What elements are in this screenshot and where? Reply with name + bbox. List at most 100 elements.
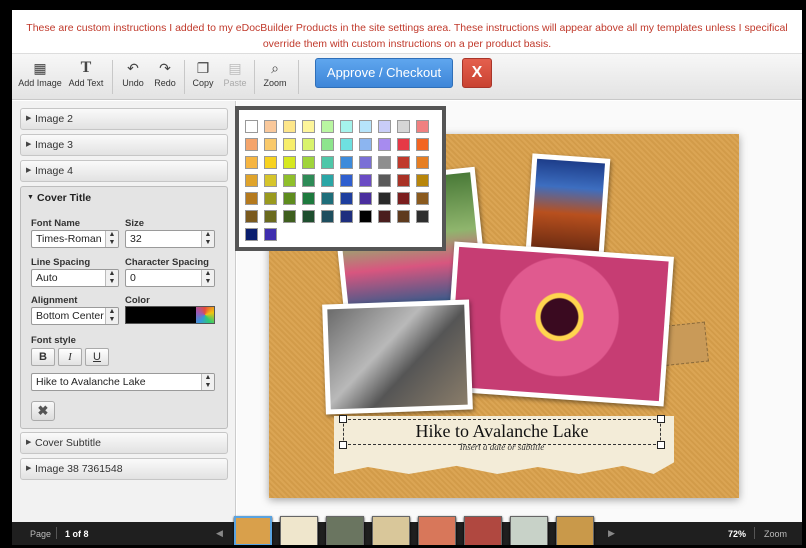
color-swatch[interactable] (378, 174, 391, 187)
underline-button[interactable]: U (85, 348, 109, 366)
size-stepper[interactable]: 32 ▲ ▼ (125, 230, 215, 248)
stepper-arrows-icon[interactable]: ▲ ▼ (201, 231, 214, 247)
page-thumbnail[interactable] (464, 516, 502, 545)
color-swatch[interactable] (245, 192, 258, 205)
color-swatch[interactable] (359, 174, 372, 187)
add-text-button[interactable]: T Add Text (66, 58, 106, 96)
copy-button[interactable]: ❐ Copy (188, 58, 218, 96)
title-text-select[interactable]: Hike to Avalanche Lake ▲ ▼ (31, 373, 215, 391)
color-swatch[interactable] (378, 192, 391, 205)
page-thumbnail[interactable] (234, 516, 272, 545)
panel-image-2[interactable]: ▶ Image 2 (20, 108, 228, 130)
color-swatch[interactable] (283, 210, 296, 223)
color-swatch[interactable] (321, 138, 334, 151)
color-swatch[interactable] (245, 120, 258, 133)
page-thumbnail[interactable] (510, 516, 548, 545)
bold-button[interactable]: B (31, 348, 55, 366)
color-swatch[interactable] (264, 192, 277, 205)
page-thumbnail[interactable] (418, 516, 456, 545)
prev-page-button[interactable]: ◀ (216, 528, 223, 539)
color-swatch[interactable] (302, 138, 315, 151)
color-swatch[interactable] (302, 156, 315, 169)
color-swatch[interactable] (264, 210, 277, 223)
color-swatch[interactable] (283, 156, 296, 169)
color-swatch[interactable] (264, 156, 277, 169)
line-spacing-select[interactable]: Auto ▲ ▼ (31, 269, 119, 287)
page-thumbnail[interactable] (556, 516, 594, 545)
next-page-button[interactable]: ▶ (608, 528, 615, 539)
color-swatch[interactable] (245, 156, 258, 169)
page-thumbnail[interactable] (326, 516, 364, 545)
color-swatch[interactable] (340, 156, 353, 169)
cover-title-text[interactable]: Hike to Avalanche Lake (343, 421, 661, 442)
color-swatch[interactable] (245, 138, 258, 151)
color-swatch[interactable] (302, 192, 315, 205)
color-swatch[interactable] (283, 192, 296, 205)
color-swatch[interactable] (340, 210, 353, 223)
alignment-select[interactable]: Bottom Center ▲ ▼ (31, 307, 119, 325)
delete-text-button[interactable]: ✖ (31, 401, 55, 421)
color-swatch[interactable] (321, 156, 334, 169)
color-swatch[interactable] (359, 210, 372, 223)
machine-photo[interactable] (322, 299, 473, 415)
panel-cover-subtitle[interactable]: ▶ Cover Subtitle (20, 432, 228, 454)
color-swatch[interactable] (416, 174, 429, 187)
color-field[interactable] (125, 306, 215, 324)
color-swatch[interactable] (359, 120, 372, 133)
color-swatch[interactable] (359, 138, 372, 151)
color-picker-icon[interactable] (196, 307, 214, 323)
color-swatch[interactable] (302, 174, 315, 187)
color-swatch[interactable] (340, 192, 353, 205)
color-swatch[interactable] (340, 120, 353, 133)
panel-image-38[interactable]: ▶ Image 38 7361548 (20, 458, 228, 480)
color-swatch[interactable] (340, 138, 353, 151)
color-swatch[interactable] (397, 156, 410, 169)
paste-button[interactable]: ▤ Paste (220, 58, 250, 96)
color-swatch[interactable] (397, 120, 410, 133)
color-swatch[interactable] (397, 138, 410, 151)
zoom-button[interactable]: ⌕ Zoom (260, 58, 290, 96)
color-swatch[interactable] (264, 228, 277, 241)
color-swatch[interactable] (397, 192, 410, 205)
cover-subtitle-text[interactable]: Insert a date or subtitle (343, 442, 661, 452)
panel-cover-title-header[interactable]: ▼ Cover Title (21, 187, 227, 209)
redo-button[interactable]: ↷ Redo (150, 58, 180, 96)
add-image-button[interactable]: ▦ Add Image (18, 58, 62, 96)
font-name-select[interactable]: Times-Roman ▲ ▼ (31, 230, 119, 248)
color-swatch[interactable] (264, 120, 277, 133)
zoom-control[interactable]: Zoom (764, 529, 787, 539)
color-swatch[interactable] (321, 192, 334, 205)
color-swatch[interactable] (378, 156, 391, 169)
color-swatch[interactable] (416, 210, 429, 223)
color-swatch[interactable] (302, 120, 315, 133)
page-thumbnail[interactable] (280, 516, 318, 545)
approve-checkout-button[interactable]: Approve / Checkout (315, 58, 453, 88)
color-swatch[interactable] (378, 120, 391, 133)
color-swatch[interactable] (321, 210, 334, 223)
color-swatch[interactable] (283, 138, 296, 151)
color-swatch[interactable] (378, 138, 391, 151)
color-swatch[interactable] (416, 156, 429, 169)
italic-button[interactable]: I (58, 348, 82, 366)
color-swatch[interactable] (397, 174, 410, 187)
color-swatch[interactable] (378, 210, 391, 223)
color-swatch[interactable] (264, 174, 277, 187)
color-swatch[interactable] (359, 192, 372, 205)
color-swatch[interactable] (321, 174, 334, 187)
color-swatch[interactable] (321, 120, 334, 133)
color-swatch[interactable] (264, 138, 277, 151)
color-swatch[interactable] (245, 210, 258, 223)
color-swatch[interactable] (302, 210, 315, 223)
color-swatch[interactable] (397, 210, 410, 223)
color-swatch[interactable] (245, 228, 258, 241)
color-swatch[interactable] (340, 174, 353, 187)
flower-photo[interactable] (444, 241, 674, 407)
panel-image-4[interactable]: ▶ Image 4 (20, 160, 228, 182)
undo-button[interactable]: ↶ Undo (118, 58, 148, 96)
color-swatch[interactable] (416, 192, 429, 205)
character-spacing-select[interactable]: 0 ▲ ▼ (125, 269, 215, 287)
color-swatch[interactable] (416, 138, 429, 151)
close-button[interactable]: X (462, 58, 492, 88)
page-thumbnail[interactable] (372, 516, 410, 545)
panel-image-3[interactable]: ▶ Image 3 (20, 134, 228, 156)
